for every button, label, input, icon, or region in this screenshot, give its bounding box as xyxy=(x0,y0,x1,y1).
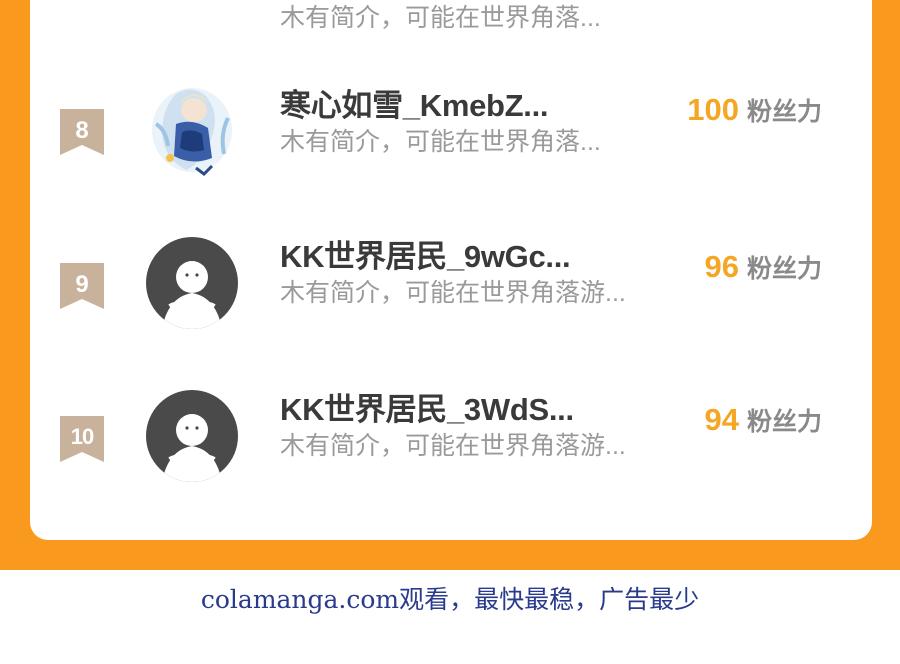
user-intro: 木有简介，可能在世界角落游... xyxy=(280,432,626,460)
fans-count: 94 xyxy=(704,402,739,437)
list-item[interactable]: 9 KK世界居民_9wGc... 木有简介，可能在世界角落游... 96 粉丝力 xyxy=(30,235,872,355)
rank-badge: 9 xyxy=(60,263,104,309)
fans-count: 100 xyxy=(687,92,739,127)
user-name[interactable]: 寒心如雪_KmebZ... xyxy=(280,80,549,125)
rank-number: 9 xyxy=(75,271,89,298)
fans-ranking-card: 木有简介，可能在世界角落... 8 寒心如雪_KmebZ... 木有简介，可能在… xyxy=(30,0,872,540)
user-intro: 木有简介，可能在世界角落... xyxy=(280,4,601,32)
user-name[interactable]: KK世界居民_9wGc... xyxy=(280,231,571,276)
fans-unit: 粉丝力 xyxy=(746,255,822,283)
user-name[interactable]: KK世界居民_3WdS... xyxy=(280,384,574,429)
rank-number: 8 xyxy=(75,117,89,144)
rank-badge: 8 xyxy=(60,109,104,155)
anime-art-icon xyxy=(152,88,232,176)
rank-number: 10 xyxy=(70,424,94,449)
watermark-footer: colamanga.com观看，最快最稳，广告最少 xyxy=(200,585,700,614)
list-item[interactable]: 10 KK世界居民_3WdS... 木有简介，可能在世界角落游... 94 粉丝力 xyxy=(30,388,872,508)
avatar[interactable] xyxy=(146,390,238,482)
user-intro: 木有简介，可能在世界角落游... xyxy=(280,279,626,307)
list-item[interactable]: 8 寒心如雪_KmebZ... 木有简介，可能在世界角落... 100 粉丝力 xyxy=(30,80,872,200)
default-user-icon xyxy=(162,261,222,329)
fans-power: 94 粉丝力 xyxy=(705,402,823,438)
fans-count: 96 xyxy=(704,249,739,284)
default-user-icon xyxy=(162,414,222,482)
avatar[interactable] xyxy=(146,237,238,329)
fans-power: 100 粉丝力 xyxy=(687,92,822,128)
user-intro: 木有简介，可能在世界角落... xyxy=(280,128,601,156)
avatar[interactable] xyxy=(146,84,238,176)
rank-badge: 10 xyxy=(60,416,104,462)
fans-unit: 粉丝力 xyxy=(746,98,822,126)
fans-unit: 粉丝力 xyxy=(746,408,822,436)
fans-power: 96 粉丝力 xyxy=(705,249,823,285)
